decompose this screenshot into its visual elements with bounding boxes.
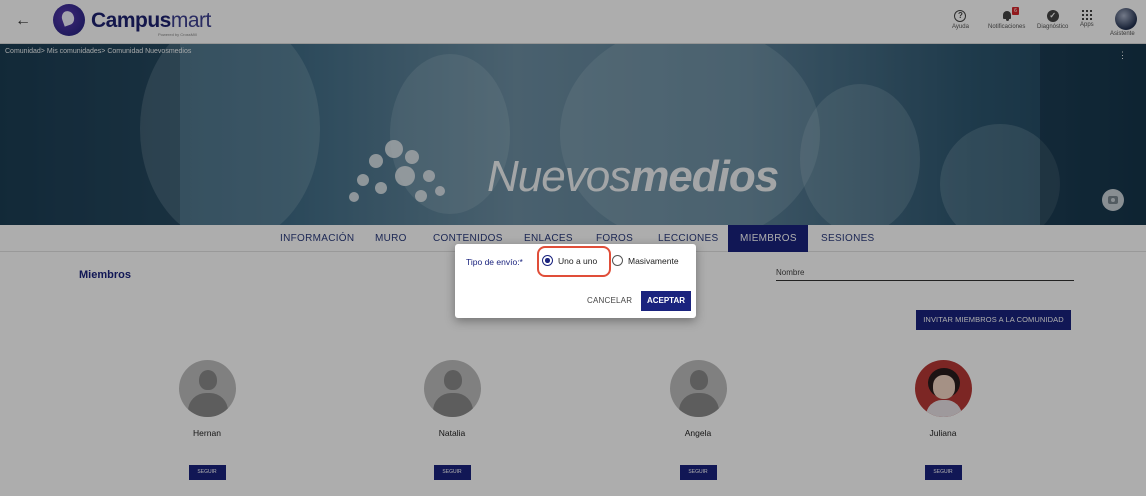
radio-masivamente-label: Masivamente — [628, 256, 679, 266]
cancel-button[interactable]: CANCELAR — [587, 296, 632, 305]
radio-uno-a-uno-label: Uno a uno — [558, 256, 598, 266]
send-type-label: Tipo de envío:* — [466, 257, 523, 267]
radio-checked-icon — [542, 255, 553, 267]
accept-button[interactable]: ACEPTAR — [641, 291, 691, 311]
radio-uno-a-uno[interactable]: Uno a uno — [542, 255, 597, 268]
send-type-dialog: Tipo de envío:* Uno a uno Masivamente CA… — [455, 244, 696, 318]
radio-unchecked-icon — [612, 255, 623, 267]
radio-masivamente[interactable]: Masivamente — [612, 255, 679, 268]
